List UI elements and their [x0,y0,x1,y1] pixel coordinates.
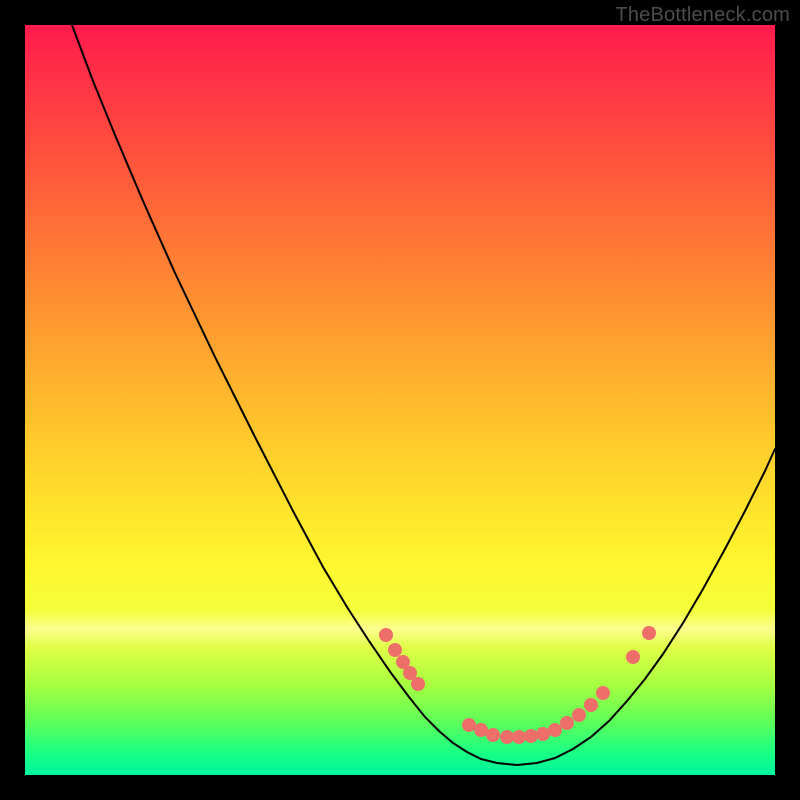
data-marker [411,677,425,691]
data-marker [642,626,656,640]
data-marker [500,730,514,744]
data-marker [572,708,586,722]
data-markers-group [379,626,656,744]
data-marker [536,727,550,741]
watermark-label: TheBottleneck.com [615,4,790,27]
curve-layer [25,25,775,775]
data-marker [548,723,562,737]
data-marker [560,716,574,730]
data-marker [474,723,488,737]
plot-area [25,25,775,775]
data-marker [462,718,476,732]
data-marker [486,728,500,742]
data-marker [584,698,598,712]
data-marker [379,628,393,642]
chart-container: TheBottleneck.com [0,0,800,800]
data-marker [512,730,526,744]
bottleneck-curve [72,25,775,765]
data-marker [596,686,610,700]
data-marker [388,643,402,657]
data-marker [626,650,640,664]
data-marker [524,729,538,743]
